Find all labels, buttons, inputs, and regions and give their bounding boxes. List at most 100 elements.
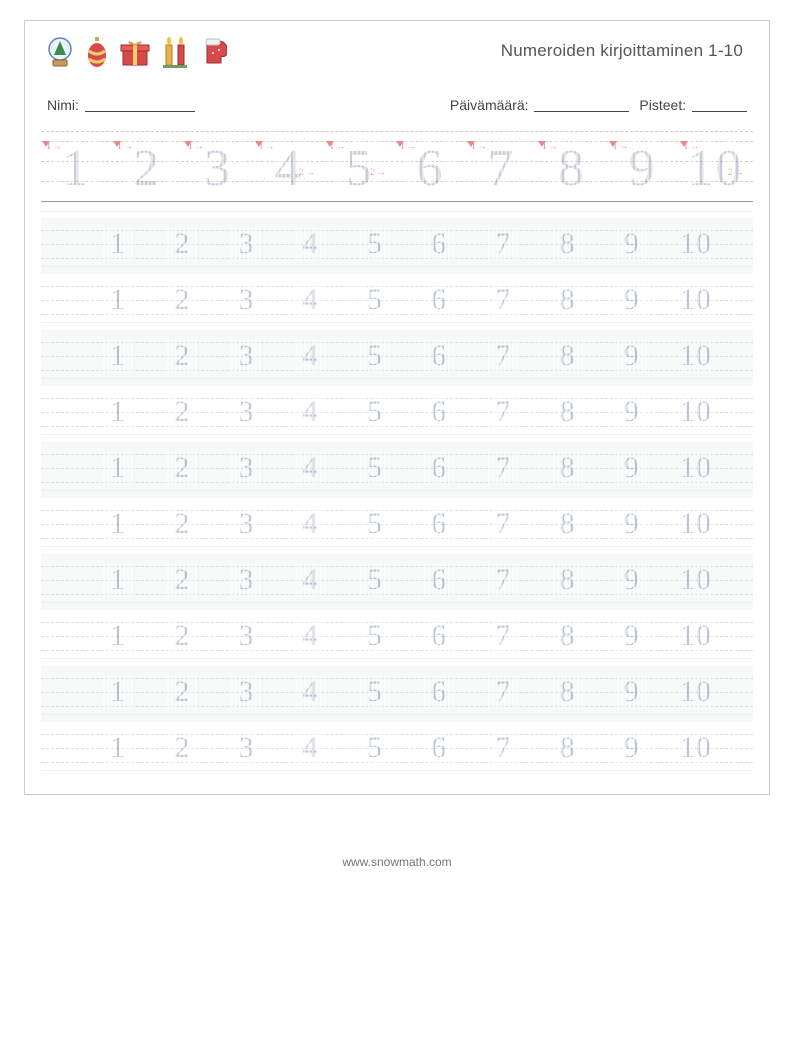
trace-number-2[interactable]: 2 (165, 395, 199, 429)
trace-number-6[interactable]: 6 (422, 619, 456, 653)
trace-number-7[interactable]: 7 (486, 283, 520, 317)
trace-number-9[interactable]: 9 (615, 619, 649, 653)
trace-number-8[interactable]: 8 (551, 227, 585, 261)
trace-number-7[interactable]: 7 (486, 451, 520, 485)
practice-row[interactable]: 12345678910 (41, 218, 753, 274)
trace-number-8[interactable]: 8 (551, 731, 585, 765)
trace-number-3[interactable]: 3 (229, 451, 263, 485)
trace-number-5[interactable]: 5 (358, 563, 392, 597)
trace-number-5[interactable]: 5 (358, 731, 392, 765)
trace-number-3[interactable]: 3 (229, 395, 263, 429)
trace-number-9[interactable]: 9 (615, 451, 649, 485)
trace-number-10[interactable]: 10 (679, 619, 713, 653)
trace-number-5[interactable]: 5 (358, 283, 392, 317)
trace-number-2[interactable]: 2 (165, 563, 199, 597)
trace-number-6[interactable]: 6 (422, 731, 456, 765)
trace-number-4[interactable]: 4 (294, 619, 328, 653)
trace-number-7[interactable]: 7 (486, 339, 520, 373)
trace-number-8[interactable]: 8 (551, 507, 585, 541)
practice-row[interactable]: 12345678910 (41, 330, 753, 386)
trace-number-3[interactable]: 3 (229, 619, 263, 653)
trace-number-1[interactable]: 1 (101, 507, 135, 541)
practice-row[interactable]: 12345678910 (41, 666, 753, 722)
trace-number-4[interactable]: 4 (294, 507, 328, 541)
trace-number-2[interactable]: 2 (165, 675, 199, 709)
trace-number-10[interactable]: 10 (679, 283, 713, 317)
trace-number-7[interactable]: 7 (486, 395, 520, 429)
trace-number-9[interactable]: 9 (615, 563, 649, 597)
trace-number-2[interactable]: 2 (165, 507, 199, 541)
trace-number-10[interactable]: 10 (679, 395, 713, 429)
score-blank[interactable] (692, 99, 747, 112)
trace-number-6[interactable]: 6 (422, 563, 456, 597)
trace-number-2[interactable]: 2 (165, 451, 199, 485)
trace-number-4[interactable]: 4 (294, 563, 328, 597)
trace-number-9[interactable]: 9 (615, 283, 649, 317)
trace-number-3[interactable]: 3 (229, 507, 263, 541)
trace-number-5[interactable]: 5 (358, 619, 392, 653)
trace-number-10[interactable]: 10 (679, 339, 713, 373)
trace-number-5[interactable]: 5 (358, 507, 392, 541)
trace-number-4[interactable]: 4 (294, 731, 328, 765)
trace-number-4[interactable]: 4 (294, 227, 328, 261)
trace-number-9[interactable]: 9 (615, 227, 649, 261)
trace-number-3[interactable]: 3 (229, 283, 263, 317)
trace-number-6[interactable]: 6 (422, 227, 456, 261)
practice-row[interactable]: 12345678910 (41, 442, 753, 498)
trace-number-7[interactable]: 7 (486, 227, 520, 261)
trace-number-5[interactable]: 5 (358, 451, 392, 485)
trace-number-2[interactable]: 2 (165, 619, 199, 653)
practice-row[interactable]: 123456789 10 (41, 610, 753, 666)
trace-number-6[interactable]: 6 (422, 283, 456, 317)
trace-number-7[interactable]: 7 (486, 507, 520, 541)
practice-row[interactable]: 12345678910 (41, 722, 753, 778)
trace-number-10[interactable]: 10 (679, 227, 713, 261)
trace-number-1[interactable]: 1 (101, 283, 135, 317)
trace-number-2[interactable]: 2 (165, 283, 199, 317)
trace-number-1[interactable]: 1 (101, 227, 135, 261)
trace-number-7[interactable]: 7 (486, 731, 520, 765)
trace-number-6[interactable]: 6 (422, 395, 456, 429)
name-blank[interactable] (85, 99, 195, 112)
trace-number-1[interactable]: 1 (101, 395, 135, 429)
trace-number-1[interactable]: 1 (101, 675, 135, 709)
trace-number-10[interactable]: 10 (679, 731, 713, 765)
trace-number-4[interactable]: 4 (294, 395, 328, 429)
trace-number-6[interactable]: 6 (422, 339, 456, 373)
trace-number-8[interactable]: 8 (551, 339, 585, 373)
practice-row[interactable]: 12345678910 (41, 554, 753, 610)
trace-number-4[interactable]: 4 (294, 451, 328, 485)
trace-number-3[interactable]: 3 (229, 675, 263, 709)
trace-number-7[interactable]: 7 (486, 619, 520, 653)
trace-number-5[interactable]: 5 (358, 339, 392, 373)
practice-row[interactable]: 12345678910 (41, 274, 753, 330)
trace-number-10[interactable]: 10 (679, 507, 713, 541)
trace-number-3[interactable]: 3 (229, 339, 263, 373)
trace-number-8[interactable]: 8 (551, 395, 585, 429)
trace-number-9[interactable]: 9 (615, 395, 649, 429)
trace-number-2[interactable]: 2 (165, 227, 199, 261)
trace-number-4[interactable]: 4 (294, 339, 328, 373)
trace-number-1[interactable]: 1 (101, 339, 135, 373)
trace-number-2[interactable]: 2 (165, 731, 199, 765)
date-blank[interactable] (534, 99, 629, 112)
trace-number-9[interactable]: 9 (615, 731, 649, 765)
trace-number-8[interactable]: 8 (551, 283, 585, 317)
trace-number-8[interactable]: 8 (551, 619, 585, 653)
trace-number-3[interactable]: 3 (229, 563, 263, 597)
practice-row[interactable]: 12345678910 (41, 498, 753, 554)
trace-number-1[interactable]: 1 (101, 619, 135, 653)
trace-number-10[interactable]: 10 (679, 563, 713, 597)
trace-number-5[interactable]: 5 (358, 227, 392, 261)
trace-number-5[interactable]: 5 (358, 675, 392, 709)
trace-number-3[interactable]: 3 (229, 731, 263, 765)
trace-number-1[interactable]: 1 (101, 451, 135, 485)
trace-number-4[interactable]: 4 (294, 675, 328, 709)
trace-number-6[interactable]: 6 (422, 507, 456, 541)
trace-number-8[interactable]: 8 (551, 675, 585, 709)
trace-number-7[interactable]: 7 (486, 563, 520, 597)
trace-number-6[interactable]: 6 (422, 675, 456, 709)
trace-number-10[interactable]: 10 (679, 451, 713, 485)
trace-number-8[interactable]: 8 (551, 563, 585, 597)
trace-number-9[interactable]: 9 (615, 339, 649, 373)
